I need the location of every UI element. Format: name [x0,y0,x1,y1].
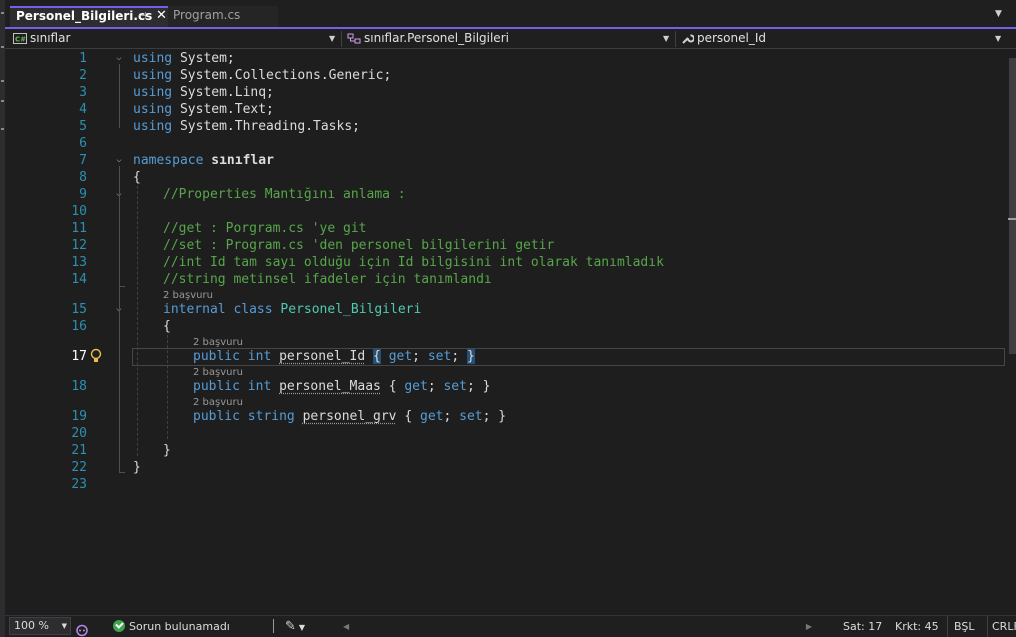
class-path: sınıflar.Personel_Bilgileri [364,31,509,45]
line-number: 15 [71,302,87,317]
line-number: 23 [71,477,87,492]
code-line[interactable]: } [133,459,141,476]
line-number: 1 [79,51,87,66]
pin-icon[interactable]: ⊣ [138,8,147,25]
copilot-icon[interactable] [75,620,89,637]
line-number: 8 [79,170,87,185]
code-comment[interactable]: //Properties Mantığını anlama : [163,186,406,203]
code-editor[interactable]: 1 2 3 4 5 6 7 8 9 10 11 12 13 14 15 16 1… [5,50,1008,615]
tab-program[interactable]: Program.cs [168,6,278,27]
wrench-icon [682,34,694,44]
scrollbar-thumb[interactable] [1009,58,1016,354]
chevron-down-icon: ▼ [995,34,1002,43]
tab-personel-bilgileri[interactable]: Personel_Bilgileri.cs ⊣ ✕ [10,6,174,27]
code-line-current[interactable]: public int personel_Id { get; set; } [193,348,475,365]
line-number: 19 [71,409,87,424]
tab-label: Personel_Bilgileri.cs [16,9,153,23]
code-line[interactable]: internal class Personel_Bilgileri [163,301,421,318]
indent-guide [137,186,138,456]
code-line[interactable]: using System.Text; [133,101,274,118]
code-comment[interactable]: //set : Program.cs 'den personel bilgile… [163,237,554,254]
code-line[interactable]: { [163,318,171,335]
code-line[interactable]: using System.Threading.Tasks; [133,118,360,135]
code-cleanup-button[interactable]: ✎ ▼ [285,616,305,637]
line-number: 14 [71,272,87,287]
code-comment[interactable]: //int Id tam sayı olduğu için Id bilgisi… [163,254,664,271]
code-line[interactable]: namespace sınıflar [133,152,274,169]
status-bar: 100 % ▼ Sorun bulunamadı ✎ ▼ ◀ ▶ Sat: 17 … [5,615,1016,637]
line-number: 22 [71,460,87,475]
zoom-level: 100 % [14,619,49,632]
code-line[interactable]: public int personel_Maas { get; set; } [193,378,490,395]
member-dropdown[interactable]: personel_Id ▼ [681,29,1011,48]
line-number: 7 [79,153,87,168]
line-number: 6 [79,136,87,151]
line-indicator[interactable]: Sat: 17 [843,616,882,637]
line-number: 20 [71,426,87,441]
line-number: 10 [71,204,87,219]
project-dropdown[interactable]: C# sınıflar ▼ [13,29,343,48]
whitespace-indicator[interactable]: BŞL [947,616,987,637]
line-number-current: 17 [71,349,87,364]
document-tab-bar: Personel_Bilgileri.cs ⊣ ✕ Program.cs ▼ [5,0,1016,29]
ok-check-icon [113,620,125,632]
navigation-bar: C# sınıflar ▼ sınıflar.Personel_Bilgiler… [5,29,1016,49]
zoom-dropdown[interactable]: 100 % ▼ [9,617,71,635]
code-line[interactable]: using System.Linq; [133,84,274,101]
chevron-down-icon: ▼ [298,623,306,632]
scroll-right-icon[interactable]: ▶ [806,616,812,637]
class-dropdown[interactable]: sınıflar.Personel_Bilgileri ▼ [347,29,677,48]
line-ending-indicator[interactable]: CRLF [987,616,1016,637]
separator [273,619,274,633]
code-line[interactable]: using System; [133,50,235,67]
vertical-scrollbar[interactable] [1008,50,1016,615]
column-indicator[interactable]: Krkt: 45 [895,616,939,637]
scroll-left-icon[interactable]: ◀ [343,616,349,637]
code-comment[interactable]: //get : Porgram.cs 'ye git [163,220,367,237]
chevron-down-icon: ▼ [663,34,670,43]
close-icon[interactable]: ✕ [156,7,167,24]
code-comment[interactable]: //string metinsel ifadeler için tanımlan… [163,271,492,288]
svg-text:C#: C# [15,36,26,44]
line-number: 21 [71,443,87,458]
line-number: 18 [71,379,87,394]
line-number: 3 [79,85,87,100]
class-hierarchy-icon [347,33,361,43]
caret-position-marker [1008,218,1016,220]
line-number: 2 [79,68,87,83]
line-number: 16 [71,319,87,334]
code-line[interactable]: { [133,169,141,186]
outline-line [119,64,120,128]
line-number: 13 [71,255,87,270]
tab-overflow-icon[interactable]: ▼ [995,9,1002,19]
line-number: 9 [79,187,87,202]
code-line[interactable]: } [163,442,171,459]
outline-line [119,200,120,286]
chevron-down-icon: ▼ [329,34,336,43]
outline-line [119,286,125,287]
horizontal-scrollbar[interactable]: ◀ ▶ [340,616,818,637]
line-number: 5 [79,119,87,134]
issues-indicator[interactable]: Sorun bulunamadı [113,616,230,637]
project-name: sınıflar [30,31,71,45]
lightbulb-icon[interactable] [89,348,103,364]
code-line[interactable]: public string personel_grv { get; set; } [193,408,506,425]
brush-icon: ✎ [285,619,296,634]
line-number: 11 [71,221,87,236]
issues-text: Sorun bulunamadı [129,620,230,633]
line-number: 4 [79,102,87,117]
csharp-project-icon: C# [13,33,27,44]
chevron-down-icon: ▼ [61,622,67,630]
member-name: personel_Id [697,31,767,45]
line-number: 12 [71,238,87,253]
tab-label: Program.cs [173,8,241,22]
outline-line [119,315,120,455]
outline-line [119,472,125,473]
code-line[interactable]: using System.Collections.Generic; [133,67,391,84]
